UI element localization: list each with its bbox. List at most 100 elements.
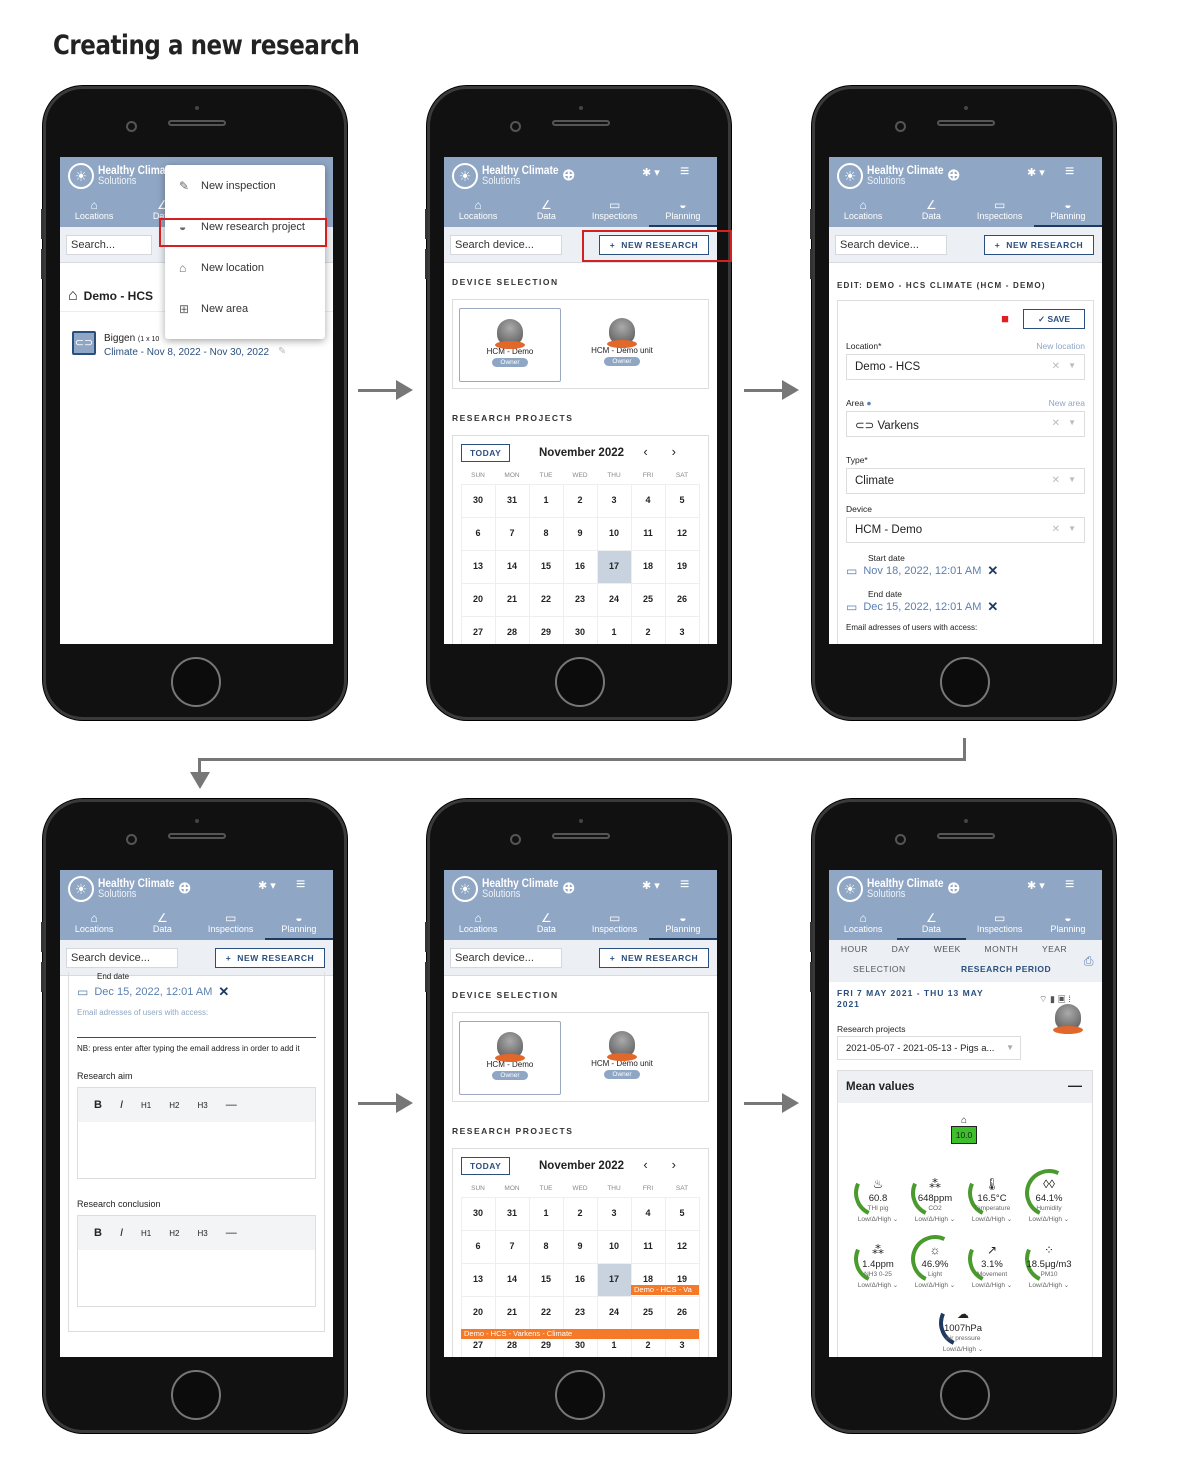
- calendar-day[interactable]: 11: [630, 1229, 666, 1264]
- calendar-day[interactable]: 1: [596, 615, 632, 644]
- nav-locations[interactable]: ⌂ Locations: [60, 910, 128, 940]
- flag-uk-icon[interactable]: ✱ ▾: [642, 879, 660, 892]
- low-high-toggle[interactable]: Low/Δ/High ⌄: [1023, 1215, 1075, 1223]
- nav-inspections[interactable]: ▭ Inspections: [966, 197, 1034, 227]
- calendar-day[interactable]: 24: [596, 582, 632, 617]
- period-week[interactable]: WEEK: [934, 944, 961, 954]
- calendar-day[interactable]: 15: [528, 549, 564, 584]
- calendar-day[interactable]: 5: [664, 483, 700, 518]
- calendar-day[interactable]: 28: [494, 615, 530, 644]
- period-year[interactable]: YEAR: [1042, 944, 1067, 954]
- nav-locations[interactable]: ⌂ Locations: [829, 197, 897, 227]
- flag-uk-icon[interactable]: ✱ ▾: [1027, 166, 1045, 179]
- menu-new-area[interactable]: ⊞ New area: [165, 288, 325, 329]
- low-high-toggle[interactable]: Low/Δ/High ⌄: [909, 1215, 961, 1223]
- end-date[interactable]: ▭ Dec 15, 2022, 12:01 AM ✕: [838, 599, 1093, 615]
- calendar-day[interactable]: 19: [664, 549, 700, 584]
- add-icon[interactable]: ⊕: [178, 878, 191, 898]
- low-high-toggle[interactable]: Low/Δ/High ⌄: [1023, 1281, 1075, 1289]
- period-day[interactable]: DAY: [892, 944, 910, 954]
- save-button[interactable]: ✓ SAVE: [1023, 309, 1085, 329]
- nav-data[interactable]: ∠ Data: [897, 910, 966, 940]
- calendar-day[interactable]: 18: [630, 549, 666, 584]
- add-icon[interactable]: ⊕: [562, 878, 575, 898]
- nav-planning[interactable]: ◒ Planning: [1034, 910, 1102, 940]
- calendar-day[interactable]: 9: [562, 516, 598, 551]
- nav-inspections[interactable]: ▭ Inspections: [581, 197, 649, 227]
- menu-icon[interactable]: ≡: [680, 163, 689, 181]
- low-high-toggle[interactable]: Low/Δ/High ⌄: [937, 1345, 989, 1353]
- period-hour[interactable]: HOUR: [841, 944, 868, 954]
- calendar-day[interactable]: 2: [562, 1196, 598, 1231]
- calendar-day[interactable]: 3: [596, 1196, 632, 1231]
- calendar-day[interactable]: 30: [460, 1196, 496, 1231]
- nav-inspections[interactable]: ▭ Inspections: [197, 910, 265, 940]
- pencil-icon[interactable]: ✎: [278, 346, 286, 357]
- calendar-day[interactable]: 17: [596, 549, 632, 584]
- nav-data[interactable]: ∠ Data: [512, 197, 580, 227]
- device-card[interactable]: HCM - Demo unit Owner: [571, 308, 673, 382]
- calendar-day[interactable]: 5: [664, 1196, 700, 1231]
- calendar-day[interactable]: 1: [528, 483, 564, 518]
- device-card[interactable]: HCM - Demo unit Owner: [571, 1021, 673, 1095]
- search-input[interactable]: Search...: [66, 235, 152, 255]
- new-research-button[interactable]: + NEW RESEARCH: [215, 948, 325, 968]
- search-device-input[interactable]: Search device...: [450, 235, 562, 255]
- nav-planning[interactable]: ◒ Planning: [264, 910, 333, 940]
- nav-data[interactable]: ∠ Data: [512, 910, 580, 940]
- area-select[interactable]: ⊂⊃ Varkens ✕ ▼: [846, 411, 1085, 437]
- flag-uk-icon[interactable]: ✱ ▾: [642, 166, 660, 179]
- today-button[interactable]: TODAY: [461, 1157, 511, 1175]
- new-research-button[interactable]: + NEW RESEARCH: [984, 235, 1094, 255]
- calendar-event[interactable]: Demo - HCS - Va: [631, 1285, 699, 1295]
- calendar-day[interactable]: 21: [494, 1295, 530, 1330]
- calendar-day[interactable]: 4: [630, 483, 666, 518]
- menu-new-inspection[interactable]: ✎ New inspection: [165, 165, 325, 206]
- collapse-icon[interactable]: —: [1068, 1077, 1082, 1093]
- calendar-day[interactable]: 20: [460, 582, 496, 617]
- nav-locations[interactable]: ⌂ Locations: [444, 197, 512, 227]
- add-icon[interactable]: ⊕: [947, 878, 960, 898]
- calendar-day[interactable]: 16: [562, 1262, 598, 1297]
- calendar-day[interactable]: 13: [460, 549, 496, 584]
- calendar-day[interactable]: 25: [630, 1295, 666, 1330]
- calendar-day[interactable]: 10: [596, 1229, 632, 1264]
- calendar-day[interactable]: 15: [528, 1262, 564, 1297]
- menu-icon[interactable]: ≡: [1065, 163, 1074, 181]
- low-high-toggle[interactable]: Low/Δ/High ⌄: [852, 1281, 904, 1289]
- calendar-day[interactable]: 23: [562, 582, 598, 617]
- nav-data[interactable]: ∠ Data: [128, 910, 196, 940]
- menu-icon[interactable]: ≡: [1065, 876, 1074, 894]
- calendar-day[interactable]: 3: [596, 483, 632, 518]
- calendar-day[interactable]: 4: [630, 1196, 666, 1231]
- period-month[interactable]: MONTH: [985, 944, 1019, 954]
- calendar-day[interactable]: 6: [460, 1229, 496, 1264]
- gauge[interactable]: ◊◊ 64.1% Humidity Low/Δ/High ⌄: [1018, 1162, 1080, 1231]
- gauge[interactable]: ☼ 46.9% Light Low/Δ/High ⌄: [904, 1228, 966, 1297]
- calendar-day[interactable]: 1: [528, 1196, 564, 1231]
- home-button[interactable]: [940, 1370, 990, 1420]
- calendar-day[interactable]: 17: [596, 1262, 632, 1297]
- nav-locations[interactable]: ⌂ Locations: [829, 910, 897, 940]
- research-conclusion-editor[interactable]: B I H1 H2 H3—: [77, 1215, 316, 1307]
- nav-locations[interactable]: ⌂ Locations: [444, 910, 512, 940]
- calendar-day[interactable]: 9: [562, 1229, 598, 1264]
- calendar-day[interactable]: 21: [494, 582, 530, 617]
- gauge[interactable]: 🌡 16.5°C Temperature Low/Δ/High ⌄: [961, 1162, 1023, 1231]
- new-area-link[interactable]: New area: [1049, 398, 1085, 408]
- today-button[interactable]: TODAY: [461, 444, 511, 462]
- nav-inspections[interactable]: ▭ Inspections: [966, 910, 1034, 940]
- chevron-left-icon[interactable]: ‹: [643, 1157, 671, 1172]
- calendar-day[interactable]: 26: [664, 582, 700, 617]
- gauge[interactable]: ☁ 1007hPa Air pressure Low/Δ/High ⌄: [932, 1292, 994, 1357]
- calendar-day[interactable]: 14: [494, 549, 530, 584]
- menu-new-location[interactable]: ⌂ New location: [165, 247, 325, 288]
- calendar-day[interactable]: 20: [460, 1295, 496, 1330]
- calendar-day[interactable]: 10: [596, 516, 632, 551]
- search-device-input[interactable]: Search device...: [450, 948, 562, 968]
- low-high-toggle[interactable]: Low/Δ/High ⌄: [966, 1215, 1018, 1223]
- device-select[interactable]: HCM - Demo ✕ ▼: [846, 517, 1085, 543]
- trash-icon[interactable]: ■: [1001, 311, 1009, 326]
- calendar-day[interactable]: 26: [664, 1295, 700, 1330]
- flag-uk-icon[interactable]: ✱ ▾: [258, 879, 276, 892]
